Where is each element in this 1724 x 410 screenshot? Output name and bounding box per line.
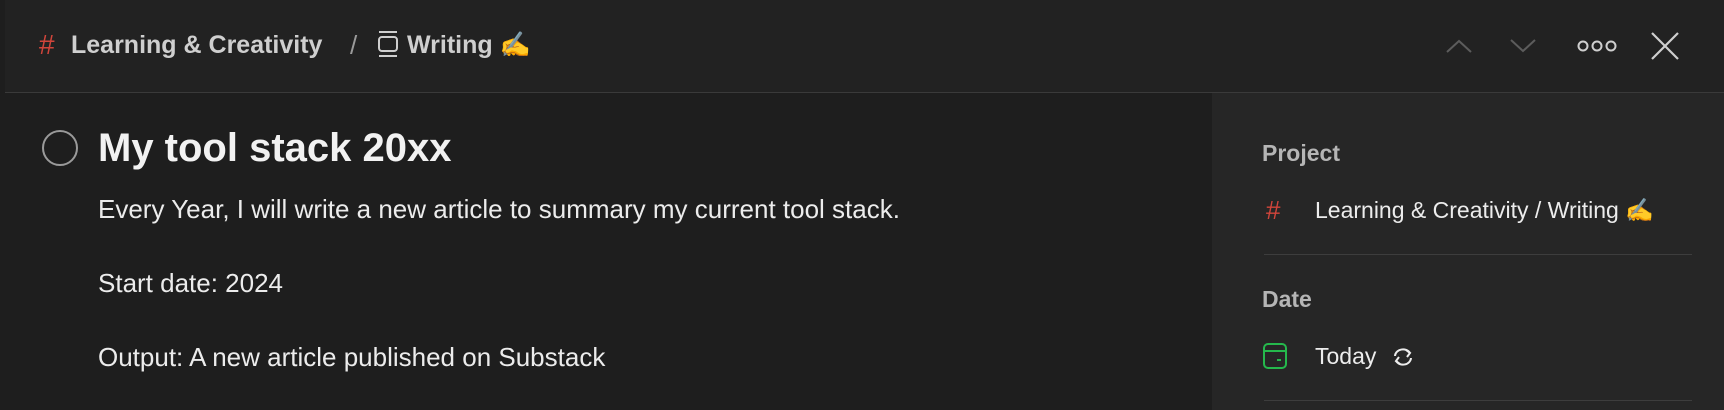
task-sidebar: Project # Learning & Creativity / Writin… — [1212, 93, 1724, 410]
recurring-icon — [1392, 347, 1414, 372]
task-complete-checkbox[interactable] — [42, 130, 78, 166]
breadcrumb-separator: / — [350, 30, 358, 60]
project-label: Project — [1262, 140, 1340, 166]
close-icon — [1651, 32, 1679, 60]
divider — [1264, 254, 1692, 255]
project-value: Learning & Creativity / Writing ✍️ — [1315, 197, 1654, 223]
divider — [1264, 400, 1692, 401]
previous-task-button[interactable] — [1437, 24, 1481, 68]
more-actions-button[interactable] — [1575, 24, 1619, 68]
section-icon — [375, 30, 401, 60]
task-title[interactable]: My tool stack 20xx — [98, 123, 452, 173]
task-description-line[interactable]: Every Year, I will write a new article t… — [98, 192, 900, 226]
date-label: Date — [1262, 286, 1312, 312]
project-selector[interactable]: # Learning & Creativity / Writing ✍️ — [1262, 192, 1702, 228]
next-task-button[interactable] — [1501, 24, 1545, 68]
chevron-down-icon — [1510, 39, 1536, 53]
close-button[interactable] — [1643, 24, 1687, 68]
task-description-line[interactable]: Output: A new article published on Subst… — [98, 340, 605, 374]
breadcrumb-project-link[interactable]: Learning & Creativity — [71, 27, 322, 63]
calendar-icon — [1262, 342, 1288, 375]
date-selector[interactable]: Today — [1262, 338, 1702, 374]
project-hash-icon: # — [39, 29, 55, 60]
hash-icon: # — [1266, 195, 1281, 225]
task-content: My tool stack 20xx Every Year, I will wr… — [5, 93, 1212, 410]
task-header: # Learning & Creativity / Writing ✍️ — [5, 0, 1724, 93]
date-value: Today — [1315, 343, 1377, 369]
task-detail-modal: # Learning & Creativity / Writing ✍️ My … — [5, 0, 1724, 410]
task-description-line[interactable]: Start date: 2024 — [98, 266, 283, 300]
breadcrumb-section-link[interactable]: Writing ✍️ — [407, 27, 531, 63]
more-horizontal-icon — [1577, 40, 1617, 52]
chevron-up-icon — [1446, 39, 1472, 53]
